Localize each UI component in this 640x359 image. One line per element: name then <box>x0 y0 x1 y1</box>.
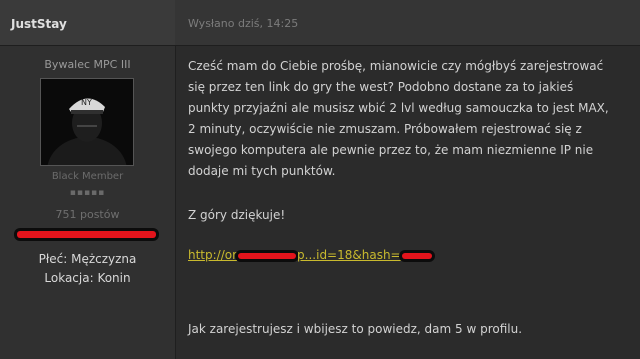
rank-title: Bywalec MPC III <box>44 58 131 71</box>
post-date: Wysłano dziś, 14:25 <box>188 17 299 30</box>
author-name[interactable]: JustStay <box>11 17 67 31</box>
thanks-line: Z góry dziękuje! <box>188 208 286 222</box>
redaction-bar <box>17 231 156 238</box>
forum-post: JustStay Wysłano dziś, 14:25 Bywalec MPC… <box>0 0 640 359</box>
author-header: JustStay <box>0 0 175 46</box>
rank-pips: ▪▪▪▪▪ <box>69 188 106 198</box>
post-content: Cześć mam do Ciebie prośbę, mianowicie c… <box>188 56 618 182</box>
referral-link[interactable]: http://or p...id=18&hash= <box>188 248 433 262</box>
link-middle: p...id=18&hash= <box>297 248 401 262</box>
link-start: http://or <box>188 248 238 262</box>
redaction-mark <box>238 252 297 259</box>
gender-field: Płeć: Mężczyzna <box>38 252 137 266</box>
member-group: Black Member <box>51 171 124 182</box>
redaction-mark-end <box>401 252 432 259</box>
post-body: Cześć mam do Ciebie prośbę, mianowicie c… <box>188 59 609 178</box>
location-field: Lokacja: Konin <box>44 271 131 285</box>
author-sidebar: Bywalec MPC III NY Black Member ▪▪▪▪▪ 75… <box>0 46 176 359</box>
post-footer-text: Jak zarejestrujesz i wbijesz to powiedz,… <box>188 322 523 336</box>
post-count: 751 postów <box>55 208 120 221</box>
post-header: Wysłano dziś, 14:25 <box>175 0 640 46</box>
avatar[interactable]: NY <box>40 78 134 166</box>
avatar-image: NY <box>41 79 133 165</box>
svg-text:NY: NY <box>81 98 92 107</box>
